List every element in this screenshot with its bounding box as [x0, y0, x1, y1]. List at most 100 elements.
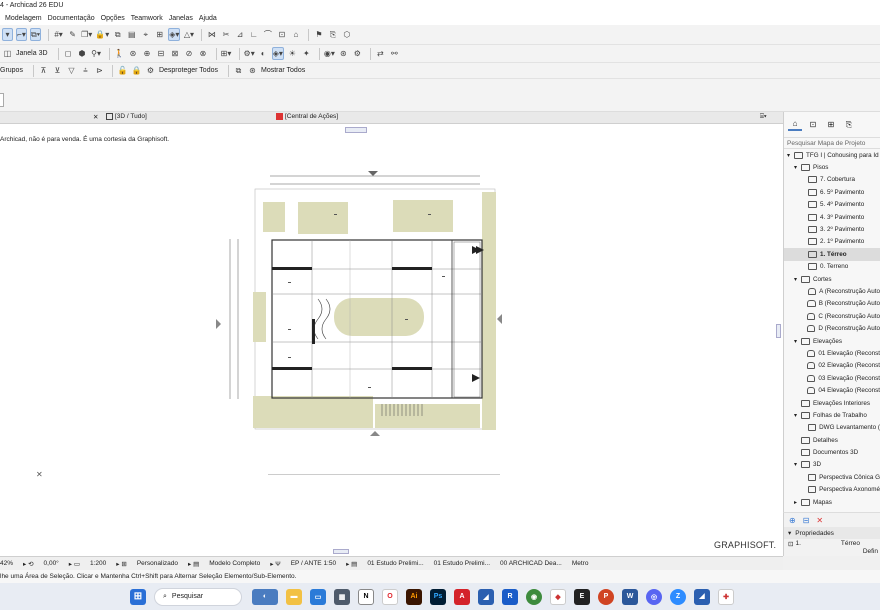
navigator-search-input[interactable]: Pesquisar Mapa de Projeto [784, 138, 880, 149]
scale-icon[interactable]: ▸ ▭ [69, 560, 80, 568]
filter-icon[interactable]: ⊟ [156, 47, 167, 60]
archicad-icon[interactable]: ◢ [478, 588, 494, 605]
navigator-item[interactable]: ▸ Mapas [784, 496, 880, 508]
ep-icon[interactable]: ▸ Ψ [270, 560, 281, 568]
orbit-icon[interactable]: ⊛ [128, 47, 139, 60]
table-icon[interactable]: ▤ [126, 28, 137, 41]
chevron-right-icon[interactable]: ▸ [794, 499, 801, 506]
model-icon-status[interactable]: ▸ ▤ [188, 560, 199, 568]
sketchup-icon[interactable]: ◆ [550, 588, 566, 605]
navigator-item[interactable]: ▾ Pisos [784, 161, 880, 173]
file-explorer-icon[interactable]: ▬ [286, 588, 302, 605]
cut-icon[interactable]: ⊠ [170, 47, 181, 60]
acrobat-icon[interactable]: A [454, 588, 470, 605]
epic-games-icon[interactable]: E [574, 588, 590, 605]
menu-modelagem[interactable]: Modelagem [5, 13, 42, 25]
navigator-item[interactable]: 02 Elevação (Reconst [784, 360, 880, 372]
shape-icon[interactable]: △▾ [183, 28, 194, 41]
navigator-item[interactable]: ▾ TFG I | Cohousing para Id [784, 149, 880, 161]
navigator-item[interactable]: 2. 1º Pavimento [784, 236, 880, 248]
navigator-item[interactable]: ▾ 3D [784, 459, 880, 471]
navigator-item[interactable]: Perspectiva Axonomé [784, 484, 880, 496]
layers-icon[interactable]: ⧉ [112, 28, 123, 41]
view-3d-icon[interactable]: ◈▾ [168, 28, 181, 41]
unit-value[interactable]: Metro [572, 560, 589, 567]
custom-icon[interactable]: ▸ ⊞ [116, 560, 127, 568]
custom-value[interactable]: Personalizado [137, 560, 178, 567]
janela3d-label[interactable]: Janela 3D [16, 50, 48, 57]
menu-ajuda[interactable]: Ajuda [199, 13, 217, 25]
folder-view-icon[interactable]: ⊟ [803, 516, 810, 525]
navigator-item[interactable]: 5. 4º Pavimento [784, 199, 880, 211]
zoom-value[interactable]: 42% [0, 560, 13, 567]
zoom-arrow-icon[interactable]: ▸ ⟲ [23, 560, 34, 568]
marquee-tool-icon[interactable]: ⌐▾ [16, 28, 27, 41]
desproteger-button[interactable]: Desproteger Todos [159, 67, 218, 74]
unlock-small-icon[interactable]: 🔒 [131, 64, 142, 77]
scale-value[interactable]: 1:200 [90, 560, 106, 567]
delete-icon[interactable]: ✕ [816, 516, 823, 525]
order-icon[interactable]: ⊳ [94, 64, 105, 77]
notion-icon[interactable]: N [358, 588, 374, 605]
publisher-icon[interactable]: ⎘ [842, 119, 856, 131]
plugin-icon[interactable]: ✚ [718, 588, 734, 605]
discord-icon[interactable]: ◎ [646, 588, 662, 605]
navigator-item[interactable]: ▾ Elevações [784, 335, 880, 347]
navigator-item[interactable]: 4. 3º Pavimento [784, 211, 880, 223]
fillet-icon[interactable]: ⌒ [262, 28, 273, 41]
chevron-down-icon[interactable]: ▾ [794, 276, 801, 283]
navigator-item[interactable]: Elevações Interiores [784, 397, 880, 409]
opera-icon[interactable]: O [382, 588, 398, 605]
navigator-item[interactable]: 6. 5º Pavimento [784, 186, 880, 198]
mirror-icon[interactable]: ⊡ [276, 28, 287, 41]
right-scroll-handle[interactable] [776, 324, 781, 338]
bottom-scroll-handle[interactable] [333, 549, 349, 554]
navigator-item[interactable]: Detalhes [784, 434, 880, 446]
chevron-down-icon[interactable]: ▾ [794, 338, 801, 345]
archicad-value[interactable]: 00 ARCHICAD Dea... [500, 560, 562, 567]
navigator-item[interactable]: B (Reconstrução Auto [784, 298, 880, 310]
lock-small-icon[interactable]: 🔓 [117, 64, 128, 77]
prop-define-button[interactable]: Defin [863, 548, 878, 555]
revit-icon[interactable]: R [502, 588, 518, 605]
navigator-item[interactable]: 04 Elevação (Reconst [784, 384, 880, 396]
shade-icon[interactable]: ◐ [258, 47, 269, 60]
snap-icon[interactable]: ⌖ [140, 28, 151, 41]
settings-icon[interactable]: ⚙ [352, 47, 363, 60]
model-icon[interactable]: ⚙▾ [244, 47, 255, 60]
navigator-item[interactable]: D (Reconstrução Auto [784, 322, 880, 334]
taskbar-search-input[interactable]: ⌕ Pesquisar [154, 587, 242, 606]
menu-documentacao[interactable]: Documentação [48, 13, 95, 25]
copy-icon[interactable]: ❐▾ [81, 28, 92, 41]
view-map-icon[interactable]: ⊡ [806, 119, 820, 131]
tree-icon[interactable]: ⊗ [198, 47, 209, 60]
study1-icon[interactable]: ▸ ▤ [346, 560, 357, 568]
info-box-handle[interactable] [0, 93, 4, 107]
unprotect-icon[interactable]: ⚙ [145, 64, 156, 77]
tab-3d[interactable]: [3D / Tudo] [106, 113, 147, 120]
offset-icon[interactable]: ⊿ [234, 28, 245, 41]
render-icon[interactable]: ⎘ [327, 28, 338, 41]
section-icon[interactable]: ⊘ [184, 47, 195, 60]
navigator-item[interactable]: ▾ Folhas de Trabalho [784, 409, 880, 421]
drawing-canvas[interactable]: Archicad, não é para venda. É uma cortes… [0, 124, 783, 556]
mostrar-button[interactable]: Mostrar Todos [261, 67, 305, 74]
study2-value[interactable]: 01 Estudo Prelimi... [434, 560, 490, 567]
navigator-item[interactable]: C (Reconstrução Auto [784, 310, 880, 322]
navigator-item[interactable]: Documentos 3D [784, 446, 880, 458]
explore-icon[interactable]: ⊕ [142, 47, 153, 60]
collab-icon[interactable]: ⚯ [389, 47, 400, 60]
distribute-icon[interactable]: ⩮ [80, 64, 91, 77]
windows-start-icon[interactable]: ⊞ [130, 588, 146, 605]
menu-janelas[interactable]: Janelas [169, 13, 193, 25]
navigator-item[interactable]: 0. Terreno [784, 261, 880, 273]
layout-book-icon[interactable]: ⊞ [824, 119, 838, 131]
archicad-active-icon[interactable]: ◢ [694, 588, 710, 605]
ep-value[interactable]: EP / ANTE 1:50 [291, 560, 336, 567]
project-map-icon[interactable]: ⌂ [788, 119, 802, 131]
navigator-item[interactable]: 7. Cobertura [784, 174, 880, 186]
navigator-item[interactable]: 1. Térreo [784, 248, 880, 261]
display-icon[interactable]: ⊞▾ [221, 47, 232, 60]
chevron-down-icon[interactable]: ▾ [794, 412, 801, 419]
navigator-item[interactable]: 01 Elevação (Reconst [784, 347, 880, 359]
